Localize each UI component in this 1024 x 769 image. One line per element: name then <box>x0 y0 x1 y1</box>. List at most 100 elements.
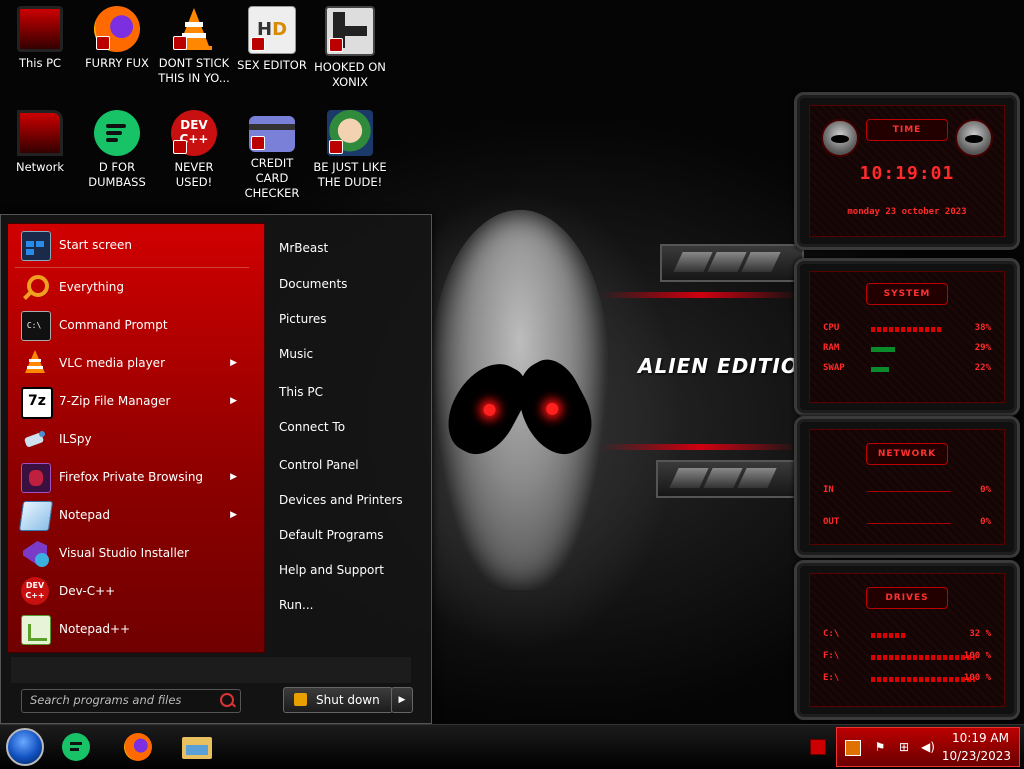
taskbar-clock-date[interactable]: 10/23/2023 <box>942 749 1011 763</box>
start-item-notepadpp[interactable]: Notepad++ <box>15 611 249 647</box>
start-screen-icon <box>21 231 51 261</box>
notepad-icon <box>18 501 54 531</box>
start-search-placeholder: Search programs and files <box>30 693 182 707</box>
swap-usage-bar <box>871 367 890 372</box>
network-out-row: OUT 0% <box>823 517 991 527</box>
drive-e-row: E:\ 100 % <box>823 673 991 683</box>
vlc-cone-icon <box>171 6 217 52</box>
start-link-pictures[interactable]: Pictures <box>279 308 419 330</box>
devcpp-icon: DEV C++ <box>21 577 49 605</box>
shutdown-icon <box>294 693 307 706</box>
7zip-icon: 7z <box>21 387 53 419</box>
network-in-row: IN 0% <box>823 485 991 495</box>
firefox-icon <box>94 6 140 52</box>
start-item-vlc[interactable]: VLC media player ▶ <box>15 345 249 381</box>
desktop-icon-dont-stick[interactable]: DONT STICK THIS IN YO... <box>156 6 232 86</box>
green-chat-icon <box>94 110 140 156</box>
start-orb-button[interactable] <box>6 728 44 766</box>
desktop-icon-never-used[interactable]: DEV C++ NEVER USED! <box>156 110 232 190</box>
submenu-arrow-icon: ▶ <box>230 358 237 368</box>
desktop-icon-be-just-like-the-dude[interactable]: BE JUST LIKE THE DUDE! <box>312 110 388 190</box>
start-menu-separator <box>15 267 249 268</box>
network-gadget[interactable]: NETWORK IN 0% OUT 0% <box>794 416 1020 558</box>
submenu-arrow-icon: ▶ <box>230 396 237 406</box>
ilspy-icon <box>21 425 49 453</box>
network-gadget-title: NETWORK <box>866 443 948 465</box>
tray-app-icon[interactable] <box>845 740 861 756</box>
taskbar-file-explorer-icon[interactable] <box>178 729 214 765</box>
hxd-editor-icon: HD <box>248 6 296 54</box>
start-link-default-programs[interactable]: Default Programs <box>279 524 419 546</box>
drives-gadget[interactable]: DRIVES C:\ 32 % F:\ 100 % E:\ 100 % <box>794 560 1020 720</box>
credit-card-icon <box>249 116 295 152</box>
visual-studio-icon <box>21 539 49 567</box>
action-center-flag-icon[interactable]: ⚑ <box>873 740 887 754</box>
system-swap-row: SWAP 22% <box>823 363 991 373</box>
drive-c-usage-bar <box>871 633 907 638</box>
network-icon[interactable]: ⊞ <box>897 740 911 754</box>
start-menu: Start screen Everything C:\ Command Prom… <box>0 214 432 724</box>
drive-f-row: F:\ 100 % <box>823 651 991 661</box>
flag-notification-icon[interactable] <box>810 739 826 755</box>
desktop-icon-network[interactable]: Network <box>2 110 78 175</box>
xonix-game-icon <box>325 6 375 56</box>
start-item-visual-studio-installer[interactable]: Visual Studio Installer <box>15 535 249 571</box>
start-link-connect-to[interactable]: Connect To <box>279 416 419 438</box>
volume-icon[interactable]: ◀) <box>921 740 935 754</box>
all-programs-bar[interactable] <box>11 657 411 683</box>
desktop-icon-this-pc[interactable]: This PC <box>2 6 78 71</box>
desktop-icon-credit-card-checker[interactable]: CREDIT CARD CHECKER <box>234 110 310 201</box>
start-item-command-prompt[interactable]: C:\ Command Prompt <box>15 307 249 343</box>
start-link-music[interactable]: Music <box>279 343 419 365</box>
search-icon[interactable] <box>220 693 234 707</box>
time-gadget-title: TIME <box>866 119 948 141</box>
alien-head-right-icon <box>955 119 993 157</box>
magnifier-icon <box>21 273 49 301</box>
devcpp-icon: DEV C++ <box>171 110 217 156</box>
system-gadget[interactable]: SYSTEM CPU 38% RAM 29% SWAP 22% <box>794 258 1020 416</box>
elf-character-icon <box>327 110 373 156</box>
desktop-icon-sex-editor[interactable]: HD SEX EDITOR <box>234 6 310 73</box>
taskbar-green-app-icon[interactable] <box>56 729 92 765</box>
wallpaper-band-top <box>660 244 804 282</box>
time-gadget-date: monday 23 october 2023 <box>847 207 967 217</box>
start-link-this-pc[interactable]: This PC <box>279 381 419 403</box>
wallpaper-red-streak <box>600 444 800 450</box>
system-tray: ⚑ ⊞ ◀) 10:19 AM 10/23/2023 <box>836 727 1020 767</box>
network-out-graph <box>867 523 951 524</box>
alien-head-left-icon <box>821 119 859 157</box>
wallpaper-red-streak <box>600 292 800 298</box>
shutdown-options-arrow[interactable]: ▶ <box>391 687 413 713</box>
shutdown-button[interactable]: Shut down <box>283 687 393 713</box>
start-item-devcpp[interactable]: DEV C++ Dev-C++ <box>15 573 249 609</box>
start-search-input[interactable]: Search programs and files <box>21 689 241 713</box>
ram-usage-bar <box>871 347 896 352</box>
start-link-control-panel[interactable]: Control Panel <box>279 454 419 476</box>
start-item-ilspy[interactable]: ILSpy <box>15 421 249 457</box>
start-link-documents[interactable]: Documents <box>279 273 419 295</box>
desktop-icon-hooked-on-xonix[interactable]: HOOKED ON XONIX <box>312 6 388 90</box>
start-item-everything[interactable]: Everything <box>15 269 249 305</box>
start-link-run[interactable]: Run... <box>279 594 419 616</box>
desktop-icon-furry-fux[interactable]: FURRY FUX <box>79 6 155 71</box>
submenu-arrow-icon: ▶ <box>230 472 237 482</box>
start-item-notepad[interactable]: Notepad ▶ <box>15 497 249 533</box>
wallpaper-band-bottom <box>656 460 800 498</box>
desktop-icon-d-for-dumbass[interactable]: D FOR DUMBASS <box>79 110 155 190</box>
network-monitor-icon <box>17 110 63 156</box>
start-item-start-screen[interactable]: Start screen <box>15 227 249 263</box>
drive-c-row: C:\ 32 % <box>823 629 991 639</box>
start-item-firefox-private[interactable]: Firefox Private Browsing ▶ <box>15 459 249 495</box>
drives-gadget-title: DRIVES <box>866 587 948 609</box>
drive-e-usage-bar <box>871 677 975 682</box>
start-link-mrbeast[interactable]: MrBeast <box>279 237 419 259</box>
drive-f-usage-bar <box>871 655 975 660</box>
start-link-help-and-support[interactable]: Help and Support <box>279 559 419 581</box>
start-item-7zip[interactable]: 7z 7-Zip File Manager ▶ <box>15 383 249 419</box>
taskbar-firefox-icon[interactable] <box>120 729 156 765</box>
time-gadget[interactable]: TIME 10:19:01 monday 23 october 2023 <box>794 92 1020 250</box>
vlc-cone-icon <box>21 349 49 377</box>
taskbar-clock-time[interactable]: 10:19 AM <box>952 731 1009 745</box>
start-link-devices-and-printers[interactable]: Devices and Printers <box>279 489 419 511</box>
network-in-graph <box>867 491 951 492</box>
